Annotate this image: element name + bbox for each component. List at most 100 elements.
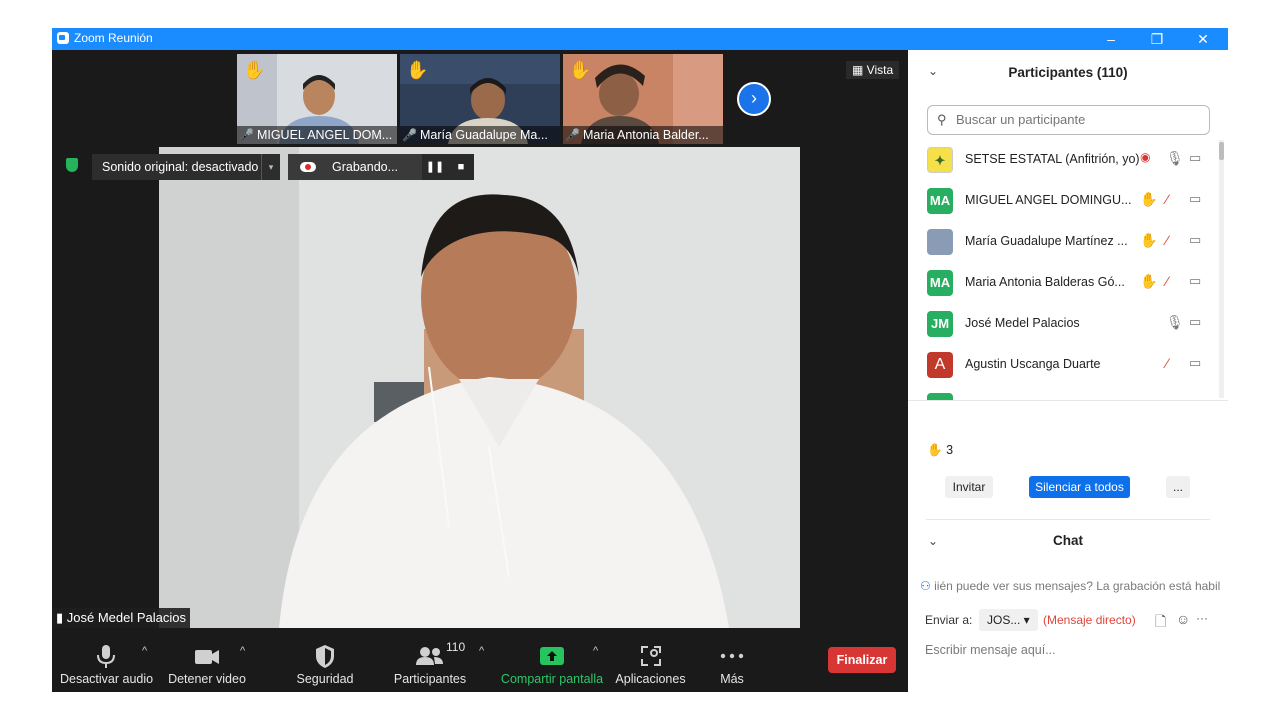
apps-icon	[640, 646, 661, 666]
participants-options-caret[interactable]: ^	[479, 645, 484, 657]
stop-video-button[interactable]: Detener video	[167, 635, 247, 692]
video-icon[interactable]: ▭	[1189, 355, 1201, 371]
emoji-icon[interactable]: ☺	[1176, 611, 1190, 627]
chat-notice-text: iién puede ver sus mensajes? La grabació…	[934, 579, 1220, 593]
raised-hands-number: 3	[946, 443, 954, 457]
recording-icon: ◉	[1140, 150, 1151, 164]
participants-title: Participantes (110)	[1008, 65, 1128, 80]
thumbnail-name-bar: 🎤 MIGUEL ANGEL DOM...	[237, 126, 397, 144]
video-icon[interactable]: ▭	[1189, 191, 1201, 207]
muted-mic-icon: 🎤	[239, 128, 254, 142]
mute-audio-button[interactable]: Desactivar audio	[60, 635, 153, 692]
recipient-name: JOS...	[987, 613, 1021, 627]
participant-row[interactable]: María Guadalupe Martínez ... ✋ ⁄ ▭	[908, 222, 1218, 263]
recipient-dropdown[interactable]: JOS... ▾	[979, 609, 1038, 631]
chevron-down-icon[interactable]: ▾	[261, 154, 280, 180]
pause-recording-button[interactable]: ❚❚	[422, 154, 448, 180]
more-button[interactable]: Más	[702, 635, 762, 692]
raised-hand-icon: ✋	[927, 443, 943, 457]
muted-mic-icon: 🎤	[402, 128, 417, 142]
participant-row[interactable]: JM José Medel Palacios 🎙 ▭	[908, 304, 1218, 345]
chat-more-button[interactable]: ···	[1196, 611, 1208, 625]
video-icon[interactable]: ▭	[1189, 314, 1201, 330]
side-panel: ⌄ Participantes (110) ⚲ ✦ SETSE ESTATAL …	[908, 50, 1228, 692]
scrollbar-thumb[interactable]	[1219, 142, 1224, 160]
participant-row[interactable]: MA Maria Antonia Balderas Gó... ✋ ⁄ ▭	[908, 263, 1218, 304]
avatar: MA	[927, 188, 953, 214]
speaker-video-frame	[159, 147, 800, 628]
original-sound-button[interactable]: Sonido original: desactivado ▾	[92, 154, 280, 180]
participant-thumbnail[interactable]: ✋ 🎤 Maria Antonia Balder...	[563, 54, 723, 144]
file-icon[interactable]: 🗋	[1155, 611, 1166, 635]
participant-row[interactable]: ✦ SETSE ESTATAL (Anfitrión, yo) ◉ 🎙 ▭	[908, 140, 1218, 181]
security-shield-icon	[66, 158, 78, 172]
more-options-button[interactable]: ...	[1166, 476, 1190, 498]
participant-search-input[interactable]	[954, 111, 1198, 128]
muted-mic-icon[interactable]: ⁄	[1166, 273, 1168, 289]
send-to-row: Enviar a: JOS... ▾ (Mensaje directo) 🗋 ☺…	[925, 609, 1215, 633]
video-options-caret[interactable]: ^	[240, 645, 245, 657]
invite-button[interactable]: Invitar	[945, 476, 993, 498]
participant-row[interactable]: A Agustin Uscanga Duarte ⁄ ▭	[908, 345, 1218, 386]
muted-mic-icon[interactable]: ⁄	[1166, 191, 1168, 207]
participant-thumbnail[interactable]: ✋ 🎤 María Guadalupe Ma...	[400, 54, 560, 144]
apps-button[interactable]: Aplicaciones	[613, 635, 688, 692]
view-label: Vista	[866, 63, 894, 77]
minimize-button[interactable]: –	[1088, 28, 1134, 50]
close-button[interactable]: ✕	[1180, 28, 1226, 50]
search-icon: ⚲	[937, 112, 947, 127]
participant-row-partial[interactable]	[908, 386, 1218, 400]
share-options-caret[interactable]: ^	[593, 645, 598, 657]
share-screen-label: Compartir pantalla	[500, 672, 604, 686]
raised-hands-count: ✋ 3	[927, 443, 953, 458]
participant-name: Agustin Uscanga Duarte	[965, 357, 1101, 371]
recording-label: Grabando...	[332, 160, 399, 174]
stop-recording-button[interactable]: ■	[448, 154, 474, 180]
shield-icon	[316, 645, 334, 668]
participant-name: Maria Antonia Balderas Gó...	[965, 275, 1125, 289]
view-button[interactable]: ▦ Vista	[846, 61, 900, 79]
participant-list: ✦ SETSE ESTATAL (Anfitrión, yo) ◉ 🎙 ▭ MA…	[908, 140, 1218, 400]
raised-hand-icon: ✋	[406, 60, 429, 80]
video-icon[interactable]: ▭	[1189, 150, 1201, 166]
thumbnail-name-bar: 🎤 María Guadalupe Ma...	[400, 126, 560, 144]
muted-mic-icon[interactable]: ⁄	[1166, 355, 1168, 371]
raised-hand-icon: ✋	[1140, 191, 1158, 207]
participant-row[interactable]: MA MIGUEL ANGEL DOMINGU... ✋ ⁄ ▭	[908, 181, 1218, 222]
thumbnail-name-bar: 🎤 Maria Antonia Balder...	[563, 126, 723, 144]
restore-button[interactable]: ❐	[1134, 28, 1180, 50]
grid-icon: ▦	[852, 63, 867, 77]
avatar	[927, 393, 953, 400]
speaker-name-tag: ▮ José Medel Palacios	[52, 608, 190, 628]
participants-icon	[416, 647, 443, 665]
signal-icon: ▮	[56, 610, 67, 625]
participant-search[interactable]: ⚲	[927, 105, 1210, 135]
mic-icon[interactable]: 🎙	[1166, 150, 1184, 167]
speaker-name: José Medel Palacios	[66, 610, 186, 625]
participant-thumbnail[interactable]: ✋ 🎤 MIGUEL ANGEL DOM...	[237, 54, 397, 144]
participants-button[interactable]: 110 Participantes	[390, 635, 470, 692]
audio-options-caret[interactable]: ^	[142, 645, 147, 657]
direct-message-label: (Mensaje directo)	[1043, 613, 1136, 627]
next-page-button[interactable]: ›	[737, 82, 771, 116]
share-screen-button[interactable]: Compartir pantalla	[500, 635, 604, 692]
chat-title: Chat	[1053, 533, 1083, 548]
avatar: JM	[927, 311, 953, 337]
raised-hand-icon: ✋	[1140, 232, 1158, 248]
meeting-area: ✋ 🎤 MIGUEL ANGEL DOM... ✋ 🎤 María Guadalup…	[52, 50, 908, 692]
chat-header: ⌄ Chat	[908, 520, 1228, 564]
participants-label: Participantes	[393, 672, 467, 686]
mic-icon[interactable]: 🎙	[1166, 314, 1184, 331]
divider	[908, 400, 1228, 401]
participant-list-scrollbar[interactable]	[1219, 140, 1224, 398]
participants-header: ⌄ Participantes (110)	[908, 50, 1228, 94]
muted-mic-icon[interactable]: ⁄	[1166, 232, 1168, 248]
title-bar: Zoom Reunión – ❐ ✕	[52, 28, 1228, 50]
mute-all-button[interactable]: Silenciar a todos	[1029, 476, 1130, 498]
raised-hand-icon: ✋	[1140, 273, 1158, 289]
chat-message-input[interactable]: Escribir mensaje aquí...	[925, 643, 1056, 657]
video-icon[interactable]: ▭	[1189, 273, 1201, 289]
end-meeting-button[interactable]: Finalizar	[828, 647, 896, 673]
security-button[interactable]: Seguridad	[290, 635, 360, 692]
video-icon[interactable]: ▭	[1189, 232, 1201, 248]
